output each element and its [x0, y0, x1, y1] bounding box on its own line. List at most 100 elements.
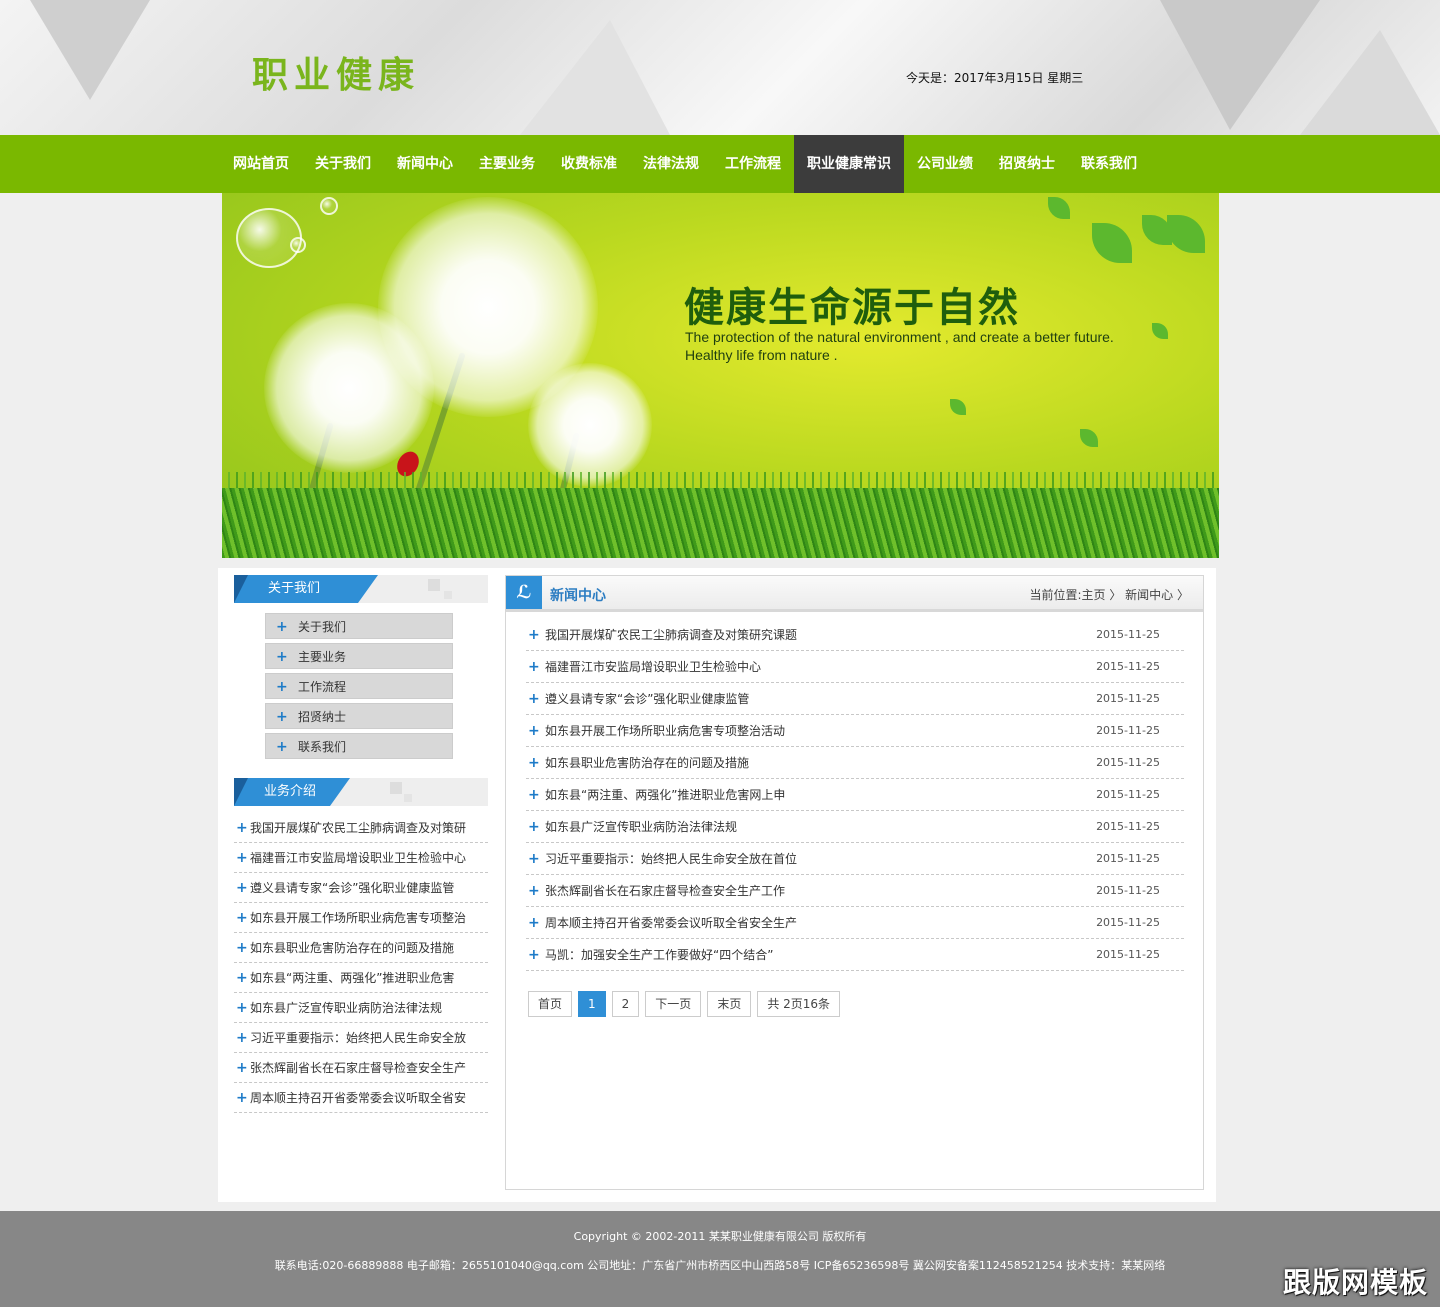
pager-page-1[interactable]: 1 [578, 991, 606, 1017]
news-item-date: 2015-11-25 [1096, 660, 1160, 673]
dandelion-head [528, 363, 652, 487]
pager-last-button[interactable]: 末页 [707, 991, 752, 1017]
plus-icon: + [236, 1060, 248, 1076]
nav-item[interactable]: 网站首页 [220, 135, 302, 193]
nav-item[interactable]: 工作流程 [712, 135, 794, 193]
plus-icon: + [276, 619, 288, 635]
sidebar-about-title: 关于我们 [234, 575, 378, 603]
news-item[interactable]: + 马凯：加强安全生产工作要做好“四个结合” 2015-11-25 [526, 939, 1184, 971]
plus-icon: + [528, 755, 540, 771]
news-item-date: 2015-11-25 [1096, 884, 1160, 897]
plus-icon: + [236, 880, 248, 896]
news-item[interactable]: + 习近平重要指示：始终把人民生命安全放在首位 2015-11-25 [526, 843, 1184, 875]
nav-item[interactable]: 收费标准 [548, 135, 630, 193]
sidebar-biz-item[interactable]: + 周本顺主持召开省委常委会议听取全省安 [234, 1083, 488, 1113]
news-item-date: 2015-11-25 [1096, 916, 1160, 929]
sidebar-biz-item-label: 张杰辉副省长在石家庄督导检查安全生产 [250, 1061, 467, 1075]
plus-icon: + [528, 947, 540, 963]
news-item-date: 2015-11-25 [1096, 724, 1160, 737]
sidebar-about-item[interactable]: + 招贤纳士 [265, 703, 453, 729]
news-logo-icon: ℒ [506, 576, 542, 609]
site-header: 职业健康 今天是：2017年3月15日 星期三 [0, 0, 1440, 135]
leaf-decoration [1092, 223, 1132, 263]
sidebar-about-item[interactable]: + 关于我们 [265, 613, 453, 639]
news-item[interactable]: + 如东县广泛宣传职业病防治法律法规 2015-11-25 [526, 811, 1184, 843]
breadcrumb[interactable]: 当前位置:主页 〉 新闻中心 〉 [1030, 586, 1190, 603]
plus-icon: + [276, 709, 288, 725]
news-item[interactable]: + 周本顺主持召开省委常委会议听取全省安全生产 2015-11-25 [526, 907, 1184, 939]
hero-banner: 健康生命源于自然 The protection of the natural e… [222, 193, 1219, 558]
news-item-title: 习近平重要指示：始终把人民生命安全放在首位 [545, 852, 798, 866]
nav-item[interactable]: 联系我们 [1068, 135, 1150, 193]
news-item-title: 如东县广泛宣传职业病防治法律法规 [545, 820, 738, 834]
sidebar-biz-item-label: 周本顺主持召开省委常委会议听取全省安 [250, 1091, 467, 1105]
sidebar-biz-list: + 我国开展煤矿农民工尘肺病调查及对策研 + 福建晋江市安监局增设职业卫生检验中心 + 遵… [234, 813, 488, 1113]
news-item[interactable]: + 如东县职业危害防治存在的问题及措施 2015-11-25 [526, 747, 1184, 779]
banner-headline: 健康生命源于自然 [684, 285, 1020, 331]
header-decoration [428, 579, 440, 591]
nav-item[interactable]: 公司业绩 [904, 135, 986, 193]
sidebar-biz-item[interactable]: + 福建晋江市安监局增设职业卫生检验中心 [234, 843, 488, 873]
sidebar-about-menu: + 关于我们 + 主要业务 + 工作流程 + 招贤纳士 + 联系我们 [265, 613, 453, 763]
bubble-decoration [290, 237, 306, 253]
plus-icon: + [528, 819, 540, 835]
news-item[interactable]: + 遵义县请专家“会诊”强化职业健康监管 2015-11-25 [526, 683, 1184, 715]
nav-item[interactable]: 关于我们 [302, 135, 384, 193]
sidebar-biz-item[interactable]: + 如东县开展工作场所职业病危害专项整治 [234, 903, 488, 933]
sidebar-biz-item[interactable]: + 如东县职业危害防治存在的问题及措施 [234, 933, 488, 963]
news-item-date: 2015-11-25 [1096, 852, 1160, 865]
nav-item[interactable]: 职业健康常识 [794, 135, 904, 193]
sidebar-biz-item[interactable]: + 如东县广泛宣传职业病防治法律法规 [234, 993, 488, 1023]
plus-icon: + [528, 659, 540, 675]
sidebar-biz-item[interactable]: + 我国开展煤矿农民工尘肺病调查及对策研 [234, 813, 488, 843]
sidebar-biz-item-label: 遵义县请专家“会诊”强化职业健康监管 [250, 881, 455, 895]
plus-icon: + [528, 787, 540, 803]
plus-icon: + [236, 940, 248, 956]
pager-page-2[interactable]: 2 [611, 991, 640, 1017]
news-item-title: 遵义县请专家“会诊”强化职业健康监管 [545, 692, 750, 706]
news-item-title: 如东县“两注重、两强化”推进职业危害网上申 [545, 788, 786, 802]
nav-item[interactable]: 招贤纳士 [986, 135, 1068, 193]
sidebar-about-item-label: 主要业务 [298, 650, 347, 664]
pager-info: 共 2页16条 [757, 991, 841, 1017]
sidebar-biz-item-label: 福建晋江市安监局增设职业卫生检验中心 [250, 851, 467, 865]
news-item[interactable]: + 我国开展煤矿农民工尘肺病调查及对策研究课题 2015-11-25 [526, 619, 1184, 651]
leaf-decoration [1152, 323, 1168, 339]
plus-icon: + [236, 970, 248, 986]
sidebar-about-item[interactable]: + 联系我们 [265, 733, 453, 759]
sidebar-biz-item[interactable]: + 习近平重要指示：始终把人民生命安全放 [234, 1023, 488, 1053]
nav-item[interactable]: 法律法规 [630, 135, 712, 193]
news-panel: ℒ 新闻中心 当前位置:主页 〉 新闻中心 〉 + 我国开展煤矿农民工尘肺病调查及… [505, 575, 1204, 1190]
header-decoration [390, 782, 402, 794]
sidebar-about-item[interactable]: + 主要业务 [265, 643, 453, 669]
news-item[interactable]: + 如东县“两注重、两强化”推进职业危害网上申 2015-11-25 [526, 779, 1184, 811]
banner-subline-2: Healthy life from nature . [685, 347, 838, 363]
site-logo[interactable]: 职业健康 [252, 46, 420, 98]
news-item-title: 如东县开展工作场所职业病危害专项整治活动 [545, 724, 786, 738]
news-item[interactable]: + 福建晋江市安监局增设职业卫生检验中心 2015-11-25 [526, 651, 1184, 683]
news-item[interactable]: + 如东县开展工作场所职业病危害专项整治活动 2015-11-25 [526, 715, 1184, 747]
sidebar-about-item-label: 关于我们 [298, 620, 347, 634]
news-item-title: 张杰辉副省长在石家庄督导检查安全生产工作 [545, 884, 786, 898]
plus-icon: + [528, 883, 540, 899]
sidebar-biz-item[interactable]: + 张杰辉副省长在石家庄督导检查安全生产 [234, 1053, 488, 1083]
pager-next-button[interactable]: 下一页 [645, 991, 702, 1017]
plus-icon: + [528, 627, 540, 643]
header-bg-facet [1160, 0, 1320, 130]
news-item[interactable]: + 张杰辉副省长在石家庄督导检查安全生产工作 2015-11-25 [526, 875, 1184, 907]
pager-first-button[interactable]: 首页 [528, 991, 573, 1017]
dandelion-head [264, 303, 434, 473]
sidebar-biz-item[interactable]: + 如东县“两注重、两强化”推进职业危害 [234, 963, 488, 993]
sidebar-biz-item[interactable]: + 遵义县请专家“会诊”强化职业健康监管 [234, 873, 488, 903]
plus-icon: + [528, 851, 540, 867]
nav-item[interactable]: 新闻中心 [384, 135, 466, 193]
sidebar-about-item[interactable]: + 工作流程 [265, 673, 453, 699]
current-date: 今天是：2017年3月15日 星期三 [906, 71, 1084, 85]
nav-list: 网站首页 关于我们 新闻中心 主要业务 收费标准 法律法规 工作流程 职业健康常识 公司业绩 招贤… [220, 135, 1150, 193]
news-item-title: 周本顺主持召开省委常委会议听取全省安全生产 [545, 916, 798, 930]
news-item-date: 2015-11-25 [1096, 948, 1160, 961]
leaf-decoration [1048, 197, 1070, 219]
leaf-decoration [1080, 429, 1098, 447]
header-bg-facet [1300, 30, 1440, 135]
nav-item[interactable]: 主要业务 [466, 135, 548, 193]
